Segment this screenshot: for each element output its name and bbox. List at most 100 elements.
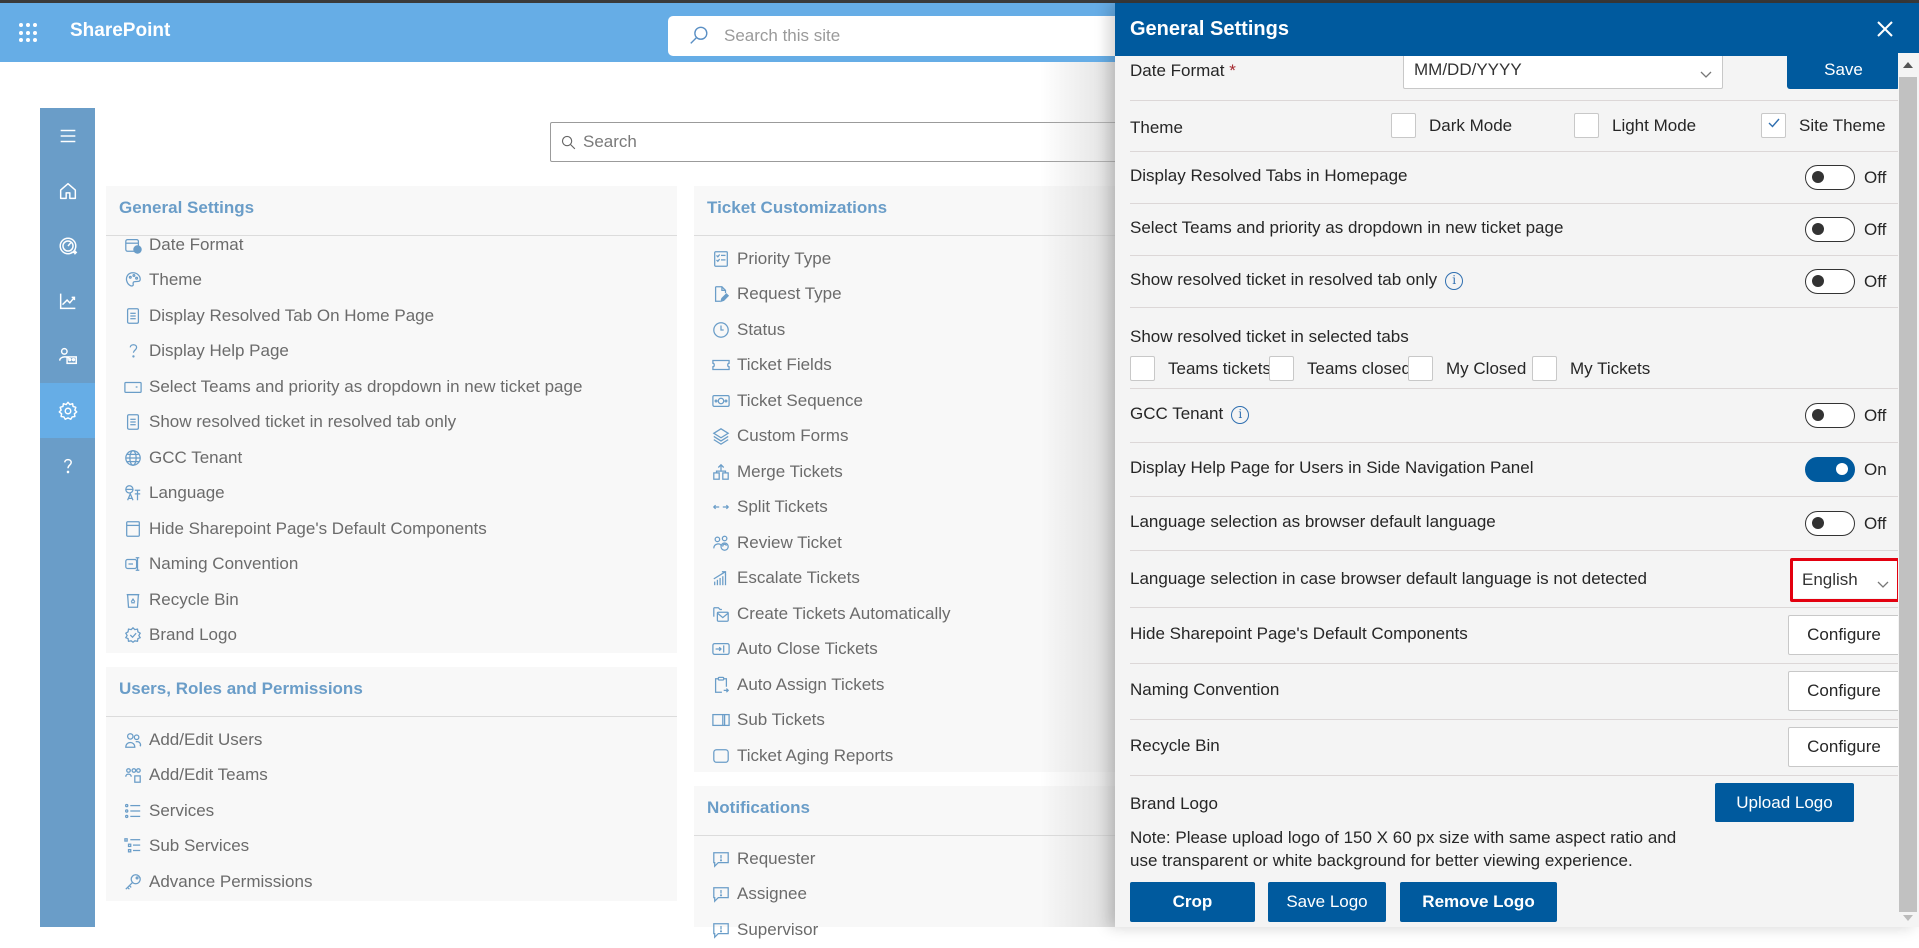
checkbox[interactable] — [1269, 356, 1294, 381]
configure-button[interactable]: Configure — [1788, 727, 1900, 767]
date-format-dropdown[interactable]: MM/DD/YYYY — [1403, 56, 1723, 89]
info-icon[interactable]: i — [1445, 271, 1464, 290]
configure-button[interactable]: Configure — [1788, 671, 1900, 711]
settings-link-review-ticket[interactable]: Review Ticket — [711, 525, 1144, 561]
settings-link-services[interactable]: Services — [123, 793, 677, 829]
save-logo-button[interactable]: Save Logo — [1268, 882, 1386, 922]
toggle-knob — [1812, 517, 1824, 529]
fallback-language-dropdown[interactable]: English — [1793, 561, 1897, 598]
settings-link-add-edit-users[interactable]: Add/Edit Users — [123, 722, 677, 758]
settings-search-box[interactable] — [550, 122, 1150, 162]
nav-teams-button[interactable] — [40, 328, 95, 383]
save-button[interactable]: Save — [1787, 56, 1900, 89]
upload-logo-button[interactable]: Upload Logo — [1715, 783, 1854, 822]
settings-link-supervisor[interactable]: Supervisor — [711, 912, 1144, 948]
nav-reports-button[interactable] — [40, 273, 95, 328]
checkbox[interactable] — [1532, 356, 1557, 381]
checkbox[interactable] — [1130, 356, 1155, 381]
site-search-box[interactable] — [668, 16, 1138, 56]
settings-link-add-edit-teams[interactable]: Add/Edit Teams — [123, 758, 677, 794]
split-box-icon — [711, 710, 731, 730]
settings-link-select-teams-and-priority-as-dropdown-in-new-ticket-page[interactable]: Select Teams and priority as dropdown in… — [123, 369, 677, 405]
toggle-track[interactable] — [1805, 165, 1855, 190]
settings-link-hide-sharepoint-page-s-default-components[interactable]: Hide Sharepoint Page's Default Component… — [123, 511, 677, 547]
tab-option-teams-closed[interactable]: Teams closed — [1269, 356, 1411, 381]
app-name[interactable]: SharePoint — [70, 20, 170, 42]
settings-link-display-help-page[interactable]: Display Help Page — [123, 334, 677, 370]
toggle-switch[interactable]: Off — [1805, 511, 1886, 536]
theme-option-light-mode[interactable]: Light Mode — [1574, 113, 1696, 138]
toggle-track[interactable] — [1805, 457, 1855, 482]
settings-link-show-resolved-ticket-in-resolved-tab-only[interactable]: Show resolved ticket in resolved tab onl… — [123, 405, 677, 441]
toggle-switch[interactable]: Off — [1805, 165, 1886, 190]
checkbox[interactable] — [1408, 356, 1433, 381]
settings-link-naming-convention[interactable]: Naming Convention — [123, 547, 677, 583]
checkbox[interactable] — [1391, 113, 1416, 138]
theme-option-site-theme[interactable]: Site Theme — [1761, 113, 1886, 138]
settings-link-priority-type[interactable]: Priority Type — [711, 241, 1144, 277]
nav-settings-button[interactable] — [40, 383, 95, 438]
settings-link-ticket-aging-reports[interactable]: Ticket Aging Reports — [711, 738, 1144, 774]
settings-link-ticket-fields[interactable]: Ticket Fields — [711, 348, 1144, 384]
settings-link-label: Add/Edit Teams — [149, 765, 268, 785]
toggle-switch[interactable]: Off — [1805, 269, 1886, 294]
nav-help-button[interactable] — [40, 438, 95, 493]
settings-link-auto-close-tickets[interactable]: Auto Close Tickets — [711, 632, 1144, 668]
settings-link-escalate-tickets[interactable]: Escalate Tickets — [711, 561, 1144, 597]
settings-link-split-tickets[interactable]: Split Tickets — [711, 490, 1144, 526]
tab-option-my-tickets[interactable]: My Tickets — [1532, 356, 1650, 381]
settings-link-ticket-sequence[interactable]: Ticket Sequence — [711, 383, 1144, 419]
toggle-switch[interactable]: Off — [1805, 403, 1886, 428]
remove-logo-button[interactable]: Remove Logo — [1400, 882, 1557, 922]
app-launcher-icon[interactable] — [18, 22, 40, 44]
site-search-input[interactable] — [724, 26, 1024, 46]
checkbox[interactable] — [1761, 113, 1786, 138]
settings-link-auto-assign-tickets[interactable]: Auto Assign Tickets — [711, 667, 1144, 703]
configure-row-recycle-bin: Recycle Bin Configure — [1130, 720, 1900, 776]
settings-link-gcc-tenant[interactable]: GCC Tenant — [123, 440, 677, 476]
settings-link-brand-logo[interactable]: Brand Logo — [123, 618, 677, 654]
toggle-track[interactable] — [1805, 511, 1855, 536]
settings-link-display-resolved-tab-on-home-page[interactable]: Display Resolved Tab On Home Page — [123, 298, 677, 334]
scroll-down-arrow-icon[interactable] — [1903, 915, 1913, 921]
toggle-track[interactable] — [1805, 269, 1855, 294]
settings-link-advance-permissions[interactable]: Advance Permissions — [123, 864, 677, 900]
panel-scrollbar[interactable] — [1898, 53, 1919, 927]
settings-link-label: Request Type — [737, 284, 842, 304]
checkbox-label: Light Mode — [1612, 115, 1697, 135]
nav-dashboard-button[interactable] — [40, 218, 95, 273]
theme-option-dark-mode[interactable]: Dark Mode — [1391, 113, 1512, 138]
crop-button[interactable]: Crop — [1130, 882, 1255, 922]
scrollbar-thumb[interactable] — [1899, 77, 1917, 912]
tab-option-my-closed[interactable]: My Closed — [1408, 356, 1526, 381]
checkbox[interactable] — [1574, 113, 1599, 138]
settings-link-theme[interactable]: Theme — [123, 263, 677, 299]
settings-link-create-tickets-automatically[interactable]: Create Tickets Automatically — [711, 596, 1144, 632]
close-button[interactable] — [1873, 17, 1897, 41]
toggle-track[interactable] — [1805, 403, 1855, 428]
nav-menu-button[interactable] — [40, 108, 95, 163]
settings-link-date-format[interactable]: Date Format — [123, 227, 677, 263]
settings-search-input[interactable] — [583, 132, 804, 152]
settings-link-requester[interactable]: Requester — [711, 841, 1144, 877]
settings-link-merge-tickets[interactable]: Merge Tickets — [711, 454, 1144, 490]
settings-link-language[interactable]: Language — [123, 476, 677, 512]
settings-link-custom-forms[interactable]: Custom Forms — [711, 419, 1144, 455]
toggle-switch[interactable]: Off — [1805, 217, 1886, 242]
scroll-up-arrow-icon[interactable] — [1903, 62, 1913, 68]
settings-link-assignee[interactable]: Assignee — [711, 877, 1144, 913]
nav-home-button[interactable] — [40, 163, 95, 218]
settings-link-sub-tickets[interactable]: Sub Tickets — [711, 703, 1144, 739]
tab-option-teams-tickets[interactable]: Teams tickets — [1130, 356, 1271, 381]
settings-link-sub-services[interactable]: Sub Services — [123, 829, 677, 865]
dropdown-box-icon — [123, 377, 143, 397]
toggle-track[interactable] — [1805, 217, 1855, 242]
settings-link-recycle-bin[interactable]: Recycle Bin — [123, 582, 677, 618]
toggle-switch[interactable]: On — [1805, 457, 1887, 482]
configure-button[interactable]: Configure — [1788, 615, 1900, 655]
search-icon — [690, 26, 708, 44]
task-list-icon — [711, 249, 731, 269]
settings-link-status[interactable]: Status — [711, 312, 1144, 348]
settings-link-request-type[interactable]: Request Type — [711, 277, 1144, 313]
info-icon[interactable]: i — [1231, 405, 1250, 424]
